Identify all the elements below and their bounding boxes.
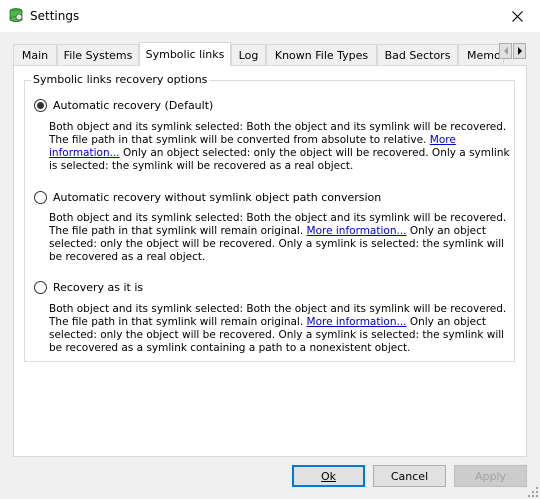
option-description: Both object and its symlink selected: Bo… — [49, 212, 514, 264]
radio-button[interactable] — [34, 281, 47, 294]
radio-label: Automatic recovery without symlink objec… — [53, 191, 382, 204]
tab-bad-sectors[interactable]: Bad Sectors — [377, 44, 458, 65]
tab-panel-symbolic-links: Symbolic links recovery options Automati… — [13, 65, 527, 457]
window-title: Settings — [30, 9, 80, 23]
group-legend: Symbolic links recovery options — [31, 73, 210, 86]
title-bar: Settings — [0, 0, 540, 32]
close-icon — [511, 10, 523, 22]
tab-label: File Systems — [63, 48, 133, 62]
cancel-button[interactable]: Cancel — [373, 465, 446, 487]
radio-recovery-as-is[interactable]: Recovery as it is — [34, 281, 143, 294]
tab-label: Main — [21, 48, 49, 62]
tab-known-file-types[interactable]: Known File Types — [266, 44, 377, 65]
button-label: Ok — [320, 469, 337, 483]
button-label: Apply — [474, 469, 507, 483]
tab-strip: Main File Systems Symbolic links Log Kno… — [13, 42, 527, 66]
tab-label: Memo — [467, 48, 501, 62]
arrow-left-icon — [503, 47, 508, 55]
tab-label: Symbolic links — [145, 48, 225, 61]
resize-grip-icon[interactable] — [528, 487, 538, 497]
more-info-link[interactable]: More information... — [307, 225, 407, 237]
arrow-right-icon — [517, 47, 522, 55]
radio-selected-dot — [37, 102, 44, 109]
tab-memo[interactable]: Memo — [458, 44, 504, 65]
radio-automatic-no-path-conversion[interactable]: Automatic recovery without symlink objec… — [34, 191, 381, 204]
tab-log[interactable]: Log — [231, 44, 266, 65]
tab-label: Log — [238, 48, 259, 62]
apply-button: Apply — [454, 465, 527, 487]
ok-button[interactable]: Ok — [292, 465, 365, 487]
tab-scroll-left-button[interactable] — [499, 43, 512, 59]
close-button[interactable] — [494, 0, 540, 32]
option-description: Both object and its symlink selected: Bo… — [49, 303, 514, 355]
tab-label: Bad Sectors — [384, 48, 451, 62]
radio-button[interactable] — [34, 191, 47, 204]
settings-window: Settings Main File Systems Symbolic link… — [0, 0, 540, 499]
tab-symbolic-links[interactable]: Symbolic links — [139, 42, 231, 66]
app-icon — [9, 8, 23, 22]
radio-automatic-recovery[interactable]: Automatic recovery (Default) — [34, 99, 213, 112]
tab-file-systems[interactable]: File Systems — [57, 44, 139, 65]
option-description: Both object and its symlink selected: Bo… — [49, 121, 514, 173]
symlink-recovery-group: Symbolic links recovery options Automati… — [24, 73, 515, 362]
button-label: Cancel — [390, 469, 429, 483]
radio-button[interactable] — [34, 99, 47, 112]
more-info-link[interactable]: More information... — [307, 316, 407, 328]
tab-scroll-right-button[interactable] — [513, 43, 526, 59]
radio-label: Recovery as it is — [53, 281, 144, 294]
tab-main[interactable]: Main — [13, 44, 57, 65]
radio-label: Automatic recovery (Default) — [53, 99, 214, 112]
tab-label: Known File Types — [274, 48, 369, 62]
